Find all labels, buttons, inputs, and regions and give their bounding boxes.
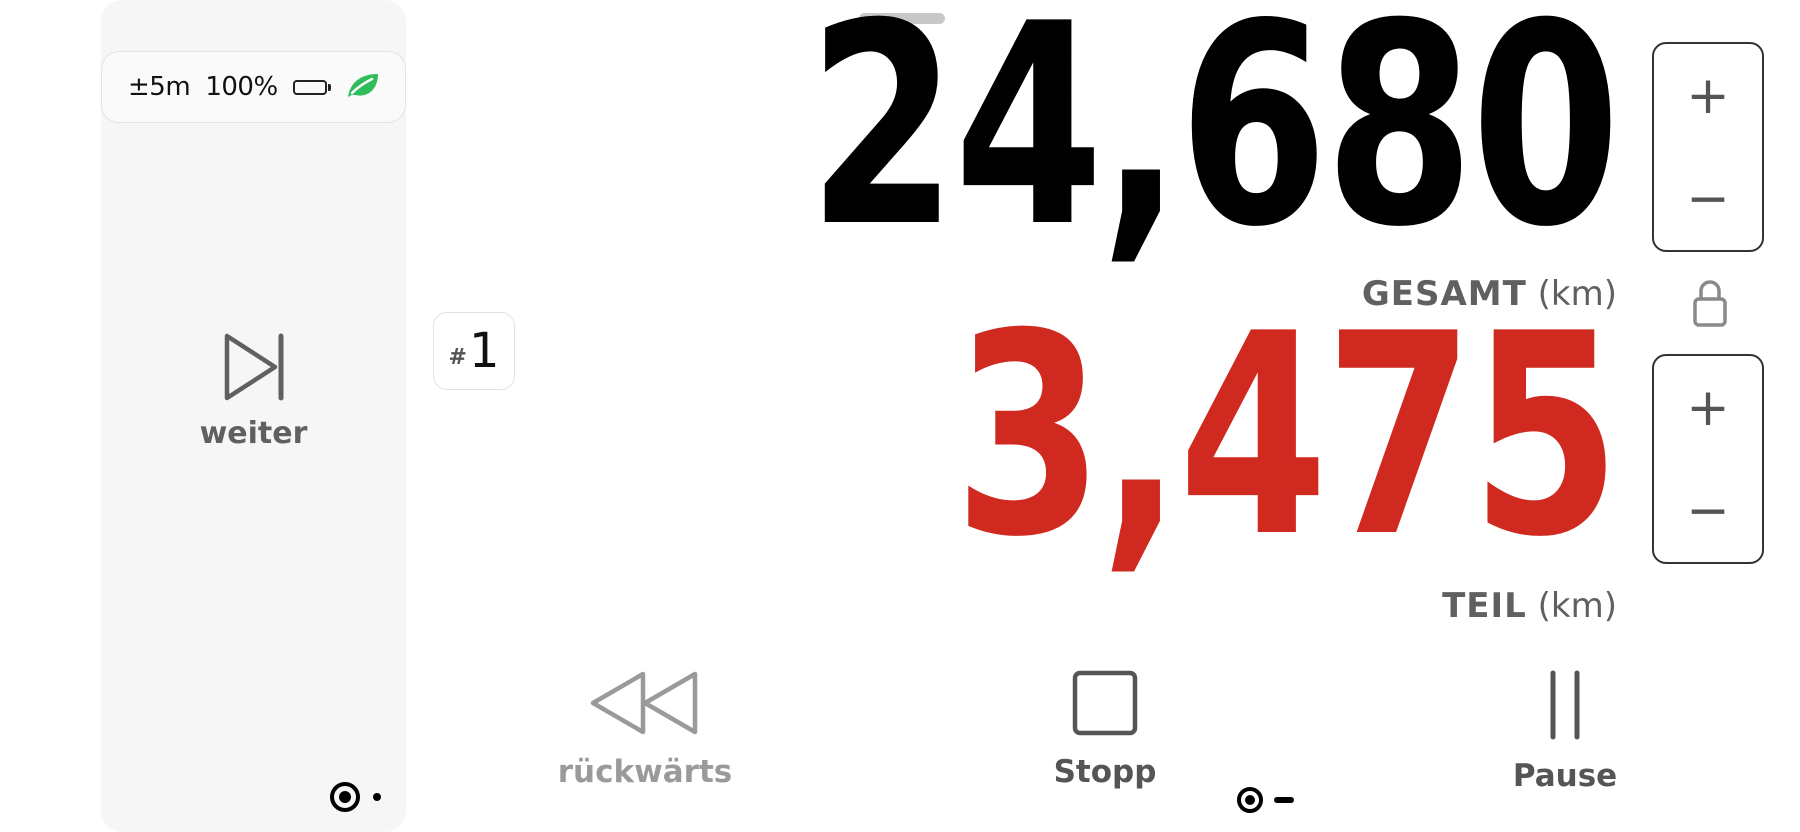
trip-stepper: + − [1652,354,1764,564]
total-distance-value: 24,680 [807,0,1621,288]
trip-number-badge[interactable]: # 1 [433,312,515,390]
stop-icon [1072,670,1138,740]
total-increment-button[interactable]: + [1654,44,1762,147]
pause-icon [1545,670,1585,744]
next-label: weiter [199,416,308,451]
battery-icon [292,79,331,95]
plus-icon: + [1686,377,1730,438]
lock-icon[interactable] [1693,277,1727,333]
next-button[interactable]: weiter [101,330,406,510]
stop-label: Stopp [1053,754,1157,790]
gps-accuracy: ±5m [128,72,191,102]
pause-button[interactable]: Pause [1460,670,1670,794]
status-bar: ±5m 100% [101,51,406,123]
pause-label: Pause [1512,758,1618,794]
rewind-icon [589,670,701,740]
minus-icon: − [1686,480,1730,541]
skip-next-icon [219,330,289,408]
trip-increment-button[interactable]: + [1654,356,1762,459]
trip-distance-label: TEIL (km) [1442,586,1617,626]
trip-unit: (km) [1537,586,1617,626]
leaf-icon [346,71,380,103]
page-indicator [1235,785,1295,815]
total-stepper: + − [1652,42,1764,252]
page-indicator-left [328,780,382,814]
page-dot-active [1237,787,1263,813]
plus-icon: + [1686,65,1730,126]
trip-hash: # [448,344,467,370]
trip-number: 1 [468,323,500,379]
trip-distance-value: 3,475 [953,274,1621,598]
page-dot-active [330,782,360,812]
trip-decrement-button[interactable]: − [1654,459,1762,562]
rewind-label: rückwärts [557,754,733,790]
trip-label: TEIL [1442,586,1527,626]
stop-button[interactable]: Stopp [1005,670,1205,790]
minus-icon: − [1686,168,1730,229]
total-decrement-button[interactable]: − [1654,147,1762,250]
page-dot [373,793,381,801]
rewind-button[interactable]: rückwärts [540,670,750,790]
page-dash [1274,797,1294,803]
battery-percent: 100% [205,72,278,102]
